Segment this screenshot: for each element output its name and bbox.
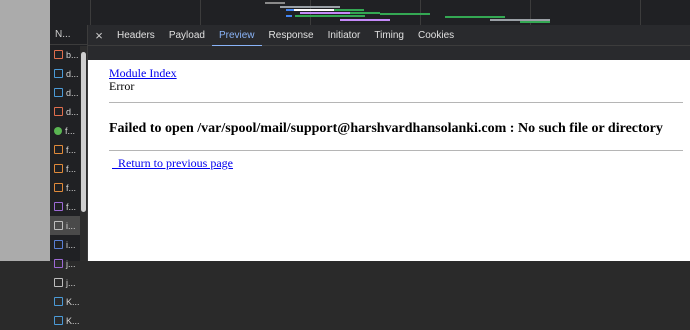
request-name: f... xyxy=(66,163,77,174)
timeline-grid-line xyxy=(200,0,201,25)
document-icon xyxy=(54,221,63,230)
divider xyxy=(109,102,683,103)
request-name: f... xyxy=(66,182,77,193)
tab-response[interactable]: Response xyxy=(262,25,321,46)
request-name: f... xyxy=(66,201,77,212)
timeline-bar xyxy=(294,9,334,11)
tab-payload[interactable]: Payload xyxy=(162,25,212,46)
error-label: Error xyxy=(109,79,135,93)
preview-pane: Module Index Error Failed to open /var/s… xyxy=(88,60,690,261)
js-icon xyxy=(54,164,63,173)
timeline-bar xyxy=(280,6,340,8)
request-name: i... xyxy=(66,220,76,231)
js-icon xyxy=(54,183,63,192)
tab-timing[interactable]: Timing xyxy=(367,25,411,46)
tab-initiator[interactable]: Initiator xyxy=(321,25,368,46)
text-icon xyxy=(54,69,63,78)
image-icon xyxy=(54,202,63,211)
timeline-bar xyxy=(334,9,364,11)
return-link[interactable]: Return to previous page xyxy=(112,156,233,171)
request-name: d... xyxy=(66,87,79,98)
request-name: j... xyxy=(66,277,76,288)
request-row[interactable]: K... xyxy=(50,311,87,330)
timeline-bar xyxy=(286,9,294,11)
timeline-bar xyxy=(340,19,390,21)
detail-tabs: × Headers Payload Preview Response Initi… xyxy=(88,25,690,47)
timeline-bar xyxy=(350,12,380,14)
request-name: j... xyxy=(66,258,76,269)
tab-cookies[interactable]: Cookies xyxy=(411,25,461,46)
scrollbar-thumb[interactable] xyxy=(81,52,86,212)
js-icon xyxy=(54,145,63,154)
name-column-header[interactable]: N... xyxy=(50,25,87,45)
text-icon xyxy=(54,88,63,97)
timeline-bar xyxy=(380,13,430,15)
error-message: Failed to open /var/spool/mail/support@h… xyxy=(109,121,663,136)
timeline-bar xyxy=(265,2,285,4)
timeline-bar xyxy=(445,16,505,18)
font-icon xyxy=(54,297,63,306)
css-icon xyxy=(54,240,63,249)
request-row[interactable]: K... xyxy=(50,292,87,311)
request-name: K... xyxy=(66,315,80,326)
waterfall-timeline[interactable] xyxy=(50,0,690,25)
timeline-grid-line xyxy=(640,0,641,25)
timeline-bar xyxy=(295,15,365,17)
close-icon[interactable]: × xyxy=(88,28,110,43)
document-icon xyxy=(54,278,63,287)
request-name: b... xyxy=(66,49,79,60)
timeline-grid-line xyxy=(90,0,91,25)
request-name: d... xyxy=(66,68,79,79)
tab-headers[interactable]: Headers xyxy=(110,25,162,46)
request-name: d... xyxy=(66,106,79,117)
timeline-bar xyxy=(520,21,550,23)
html-icon xyxy=(54,50,63,59)
request-name: K... xyxy=(66,296,80,307)
preview-toolbar-strip xyxy=(88,46,690,60)
png-icon xyxy=(54,126,62,135)
tab-preview[interactable]: Preview xyxy=(211,25,262,47)
html-icon xyxy=(54,107,63,116)
request-row[interactable]: j... xyxy=(50,273,87,292)
font-icon xyxy=(54,316,63,325)
timeline-bar xyxy=(286,15,292,17)
request-name: f... xyxy=(65,125,76,136)
image-icon xyxy=(54,259,63,268)
left-panel-gray xyxy=(0,0,50,261)
divider xyxy=(109,150,683,151)
request-name: f... xyxy=(66,144,77,155)
request-name: i... xyxy=(66,239,76,250)
